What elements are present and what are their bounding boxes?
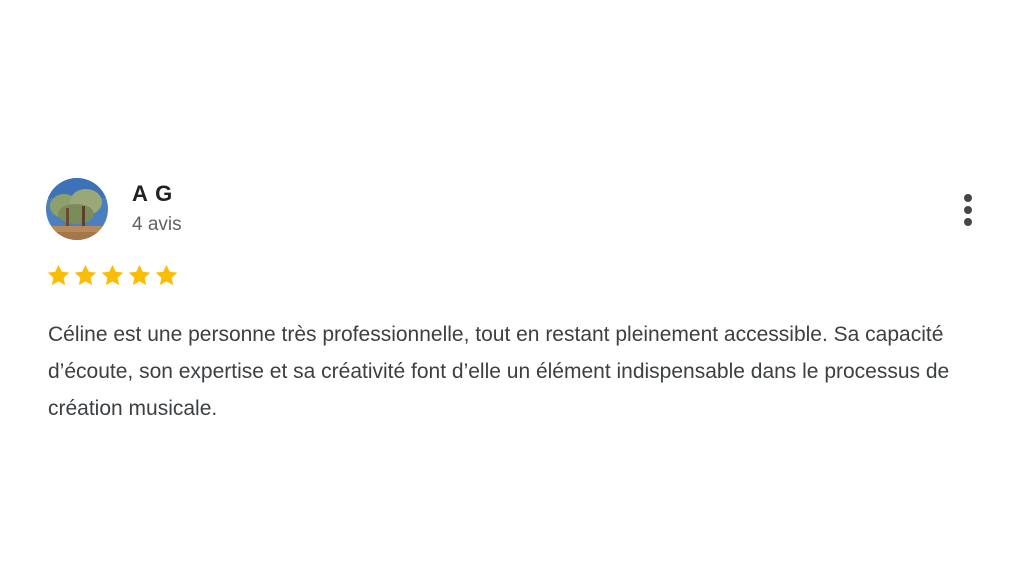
avatar[interactable]: [46, 178, 108, 240]
avatar-photo-icon: [46, 178, 108, 240]
star-rating: [46, 263, 179, 289]
review-text: Céline est une personne très professionn…: [48, 323, 950, 420]
author-name[interactable]: A G: [132, 180, 173, 208]
star-icon: [127, 263, 152, 289]
star-icon: [46, 263, 71, 289]
more-vert-icon: [964, 218, 972, 226]
star-icon: [73, 263, 98, 289]
more-options-button[interactable]: [952, 190, 986, 230]
more-vert-icon: [964, 206, 972, 214]
review-card: A G 4 avis Céline est une personne très …: [0, 0, 1024, 576]
star-icon: [154, 263, 179, 289]
author-review-count[interactable]: 4 avis: [132, 212, 182, 238]
more-vert-icon: [964, 194, 972, 202]
star-icon: [100, 263, 125, 289]
